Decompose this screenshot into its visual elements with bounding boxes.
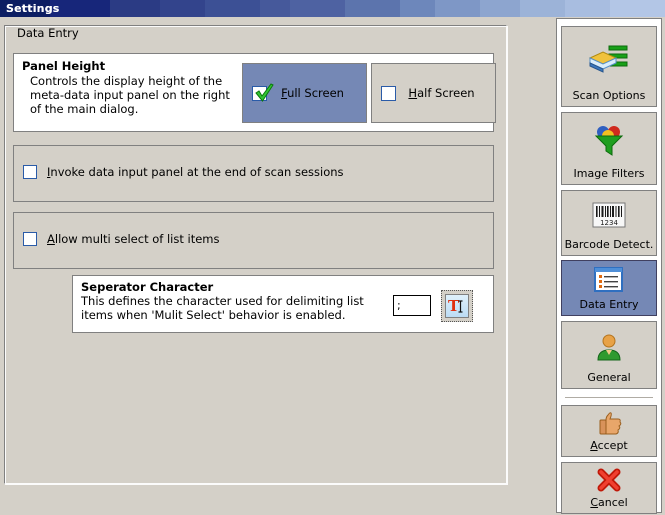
settings-sidebar: Scan Options Image Filters <box>556 18 662 513</box>
sidebar-item-data-entry[interactable]: Data Entry <box>561 260 657 316</box>
list-form-icon <box>562 261 656 299</box>
separator-text: Seperator Character This defines the cha… <box>81 280 411 322</box>
scan-stack-icon <box>562 27 656 90</box>
allow-multi-select-label: Allow multi select of list items <box>47 232 220 246</box>
panel-height-heading: Panel Height <box>22 59 237 73</box>
panel-height-section: Panel Height Controls the display height… <box>13 53 494 132</box>
sidebar-item-barcode-detect[interactable]: 1234 Barcode Detect. <box>561 190 657 256</box>
invoke-data-input-label: Invoke data input panel at the end of sc… <box>47 165 344 179</box>
window-title: Settings <box>0 2 60 15</box>
separator-character-input[interactable]: ; <box>393 295 431 316</box>
svg-text:T: T <box>448 297 460 315</box>
panel-height-text: Panel Height Controls the display height… <box>22 59 237 116</box>
separator-heading: Seperator Character <box>81 280 213 294</box>
text-cursor-icon: T <box>445 294 469 318</box>
checkmark-icon <box>253 82 275 104</box>
multi-select-section: Allow multi select of list items <box>13 212 494 269</box>
cancel-button-label: Cancel <box>590 497 627 513</box>
option-half-screen[interactable]: Half Screen <box>371 63 496 123</box>
sidebar-item-scan-options[interactable]: Scan Options <box>561 26 657 107</box>
sidebar-item-scan-options-label: Scan Options <box>573 90 646 106</box>
sidebar-item-general-label: General <box>587 372 630 388</box>
separator-character-section: Seperator Character This defines the cha… <box>72 275 494 333</box>
full-screen-label: Full Screen <box>267 86 366 100</box>
cancel-button[interactable]: Cancel <box>561 462 657 514</box>
accept-button-label: Accept <box>590 440 628 456</box>
invoke-data-input-row[interactable]: Invoke data input panel at the end of sc… <box>23 165 344 179</box>
sidebar-item-barcode-detect-label: Barcode Detect. <box>565 239 654 255</box>
separator-character-picker-button[interactable]: T <box>441 290 473 322</box>
thumbs-up-icon <box>562 406 656 440</box>
half-screen-label: Half Screen <box>396 86 495 100</box>
half-screen-checkbox[interactable] <box>381 86 396 101</box>
groupbox-legend: Data Entry <box>14 27 82 39</box>
accept-button[interactable]: Accept <box>561 405 657 457</box>
sidebar-item-image-filters[interactable]: Image Filters <box>561 112 657 185</box>
invoke-data-input-checkbox[interactable] <box>23 165 37 179</box>
invoke-panel-section: Invoke data input panel at the end of sc… <box>13 145 494 202</box>
sidebar-item-data-entry-label: Data Entry <box>579 299 638 315</box>
dialog-client-area: Data Entry Panel Height Controls the dis… <box>0 17 665 515</box>
option-full-screen[interactable]: Full Screen <box>242 63 367 123</box>
window-titlebar: Settings <box>0 0 665 17</box>
sidebar-item-image-filters-label: Image Filters <box>574 168 645 184</box>
funnel-icon <box>562 113 656 168</box>
separator-description-line1: This defines the character used for deli… <box>81 294 411 308</box>
panel-height-description: Controls the display height of the meta-… <box>22 74 237 116</box>
allow-multi-select-row[interactable]: Allow multi select of list items <box>23 232 220 246</box>
full-screen-checkbox[interactable] <box>252 86 267 101</box>
user-icon <box>562 322 656 372</box>
allow-multi-select-checkbox[interactable] <box>23 232 37 246</box>
barcode-icon: 1234 <box>562 191 656 239</box>
red-x-icon <box>562 463 656 497</box>
sidebar-divider <box>565 397 653 398</box>
sidebar-item-general[interactable]: General <box>561 321 657 389</box>
separator-description-line2: items when 'Mulit Select' behavior is en… <box>81 308 411 322</box>
svg-text:1234: 1234 <box>600 219 618 227</box>
